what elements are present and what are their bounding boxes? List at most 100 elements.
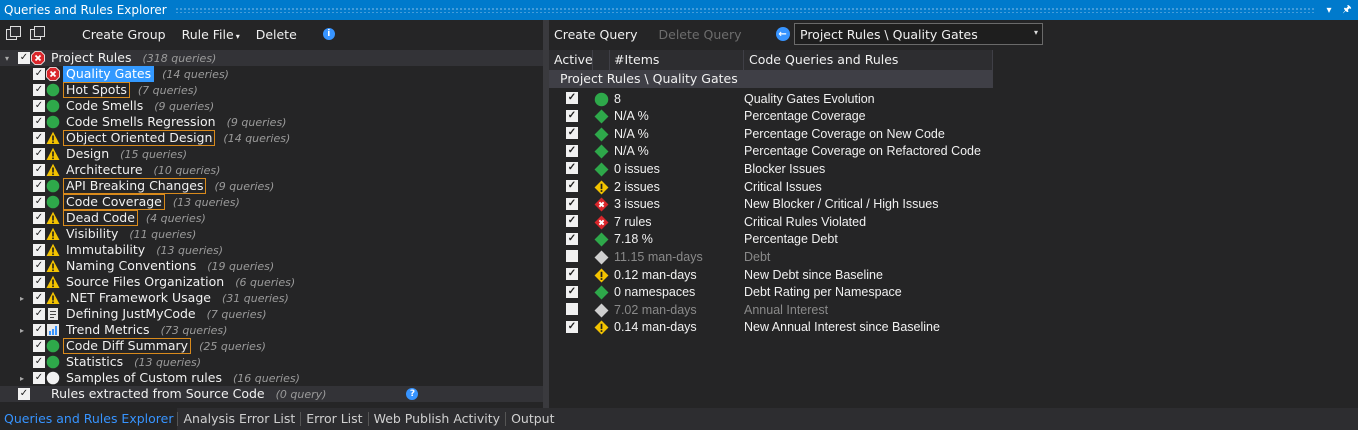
query-row[interactable]: ✓ 3 issues New Blocker / Critical / High I… — [549, 196, 1358, 213]
tree-root-project-rules[interactable]: ▾ ✓ Project Rules (318 queries) — [0, 50, 543, 66]
active-checkbox[interactable]: ✓ — [566, 180, 578, 192]
active-checkbox[interactable]: ✓ — [566, 285, 578, 298]
checkbox[interactable]: ✓ — [33, 116, 45, 128]
query-row[interactable]: ✓ 7.18 % Percentage Debt — [549, 231, 1358, 248]
checkbox[interactable]: ✓ — [33, 292, 45, 304]
active-checkbox[interactable]: ✓ — [566, 215, 578, 228]
checkbox[interactable]: ✓ — [33, 148, 45, 160]
tree-item-samples-of-custom-rules[interactable]: ▸ ✓ Samples of Custom rules (16 queries) — [0, 370, 300, 386]
checkbox[interactable]: ✓ — [33, 132, 45, 144]
active-checkbox[interactable]: ✓ — [566, 303, 578, 316]
tree-item-net-framework-usage[interactable]: ▸ ✓ .NET Framework Usage (31 queries) — [0, 290, 289, 306]
chevron-right-icon[interactable]: ▸ — [20, 326, 28, 335]
active-checkbox[interactable]: ✓ — [566, 144, 578, 157]
active-checkbox[interactable]: ✓ — [566, 250, 578, 263]
query-row[interactable]: ✓ 11.15 man-days Debt — [549, 248, 1358, 265]
tree-item-statistics[interactable]: ✓ Statistics (13 queries) — [0, 354, 201, 370]
tree-item-hot-spots[interactable]: ✓ Hot Spots (7 queries) — [0, 82, 198, 98]
tree-item-code-coverage[interactable]: ✓ Code Coverage (13 queries) — [0, 194, 240, 210]
chevron-right-icon[interactable]: ▸ — [20, 374, 28, 383]
checkbox[interactable]: ✓ — [33, 260, 45, 272]
expand-all-icon[interactable] — [30, 26, 48, 42]
pin-icon[interactable]: 🖈 — [1340, 2, 1354, 19]
tree-item-design[interactable]: ✓ Design (15 queries) — [0, 146, 187, 162]
tree-item-immutability[interactable]: ✓ Immutability (13 queries) — [0, 242, 223, 258]
tree-item-naming-conventions[interactable]: ✓ Naming Conventions (19 queries) — [0, 258, 274, 274]
checkbox[interactable]: ✓ — [33, 324, 45, 336]
tree-item-source-files-organization[interactable]: ✓ Source Files Organization (6 queries) — [0, 274, 295, 290]
title-bar-grip[interactable] — [174, 7, 1314, 13]
checkbox[interactable]: ✓ — [33, 180, 45, 192]
chevron-down-icon[interactable]: ▾ — [5, 54, 13, 63]
tree-item-architecture[interactable]: ✓ Architecture (10 queries) — [0, 162, 220, 178]
tab-error-list[interactable]: Error List — [301, 408, 367, 430]
delete-button[interactable]: Delete — [256, 27, 297, 42]
checkbox[interactable]: ✓ — [33, 212, 45, 224]
checkbox[interactable]: ✓ — [33, 68, 45, 80]
checkbox[interactable]: ✓ — [33, 308, 45, 320]
active-checkbox[interactable]: ✓ — [566, 232, 578, 245]
tree-item-quality-gates[interactable]: ✓ Quality Gates (14 queries) — [0, 66, 229, 82]
checkbox[interactable]: ✓ — [33, 84, 45, 96]
tree-item-code-smells-regression[interactable]: ✓ Code Smells Regression (9 queries) — [0, 114, 286, 130]
query-row[interactable]: ✓ 0.12 man-days New Debt since Baseline — [549, 266, 1358, 283]
checkbox[interactable]: ✓ — [33, 372, 45, 384]
tab-web-publish-activity[interactable]: Web Publish Activity — [369, 408, 506, 430]
column-header-name[interactable]: Code Queries and Rules — [744, 50, 993, 70]
checkbox[interactable]: ✓ — [33, 196, 45, 208]
chevron-right-icon[interactable]: ▸ — [20, 294, 28, 303]
checkbox[interactable]: ✓ — [33, 244, 45, 256]
tab-analysis-error-list[interactable]: Analysis Error List — [178, 408, 300, 430]
column-header-active[interactable]: Active — [549, 50, 593, 70]
collapse-all-icon[interactable] — [6, 26, 24, 42]
checkbox[interactable]: ✓ — [33, 276, 45, 288]
tree-item-dead-code[interactable]: ✓ Dead Code (4 queries) — [0, 210, 206, 226]
tree-item-visibility[interactable]: ✓ Visibility (11 queries) — [0, 226, 196, 242]
dropdown-icon[interactable]: ▾ — [1322, 5, 1336, 16]
active-checkbox[interactable]: ✓ — [566, 92, 578, 104]
query-row[interactable]: ✓ 7 rules Critical Rules Violated — [549, 213, 1358, 230]
info-icon[interactable]: i — [322, 28, 335, 40]
checkbox[interactable]: ✓ — [18, 52, 30, 64]
tree-item-code-smells[interactable]: ✓ Code Smells (9 queries) — [0, 98, 214, 114]
checkbox[interactable]: ✓ — [33, 340, 45, 352]
tab-output[interactable]: Output — [506, 408, 559, 430]
query-row[interactable]: ✓ 0.14 man-days New Annual Interest since … — [549, 319, 1358, 336]
tree-item-trend-metrics[interactable]: ▸ ✓ Trend Metrics (73 queries) — [0, 322, 227, 338]
group-path-dropdown[interactable]: Project Rules \ Quality Gates ▾ — [794, 23, 1043, 45]
help-icon[interactable]: ? — [406, 388, 419, 400]
tree-item-code-diff-summary[interactable]: ✓ Code Diff Summary (25 queries) — [0, 338, 266, 354]
tree-item-defining-justmycode[interactable]: ✓ Defining JustMyCode (7 queries) — [0, 306, 267, 322]
delete-query-button[interactable]: Delete Query — [659, 27, 742, 42]
active-checkbox[interactable]: ✓ — [566, 162, 578, 175]
tab-queries-and-rules-explorer[interactable]: Queries and Rules Explorer — [0, 408, 178, 430]
column-header-items[interactable]: #Items — [610, 50, 744, 70]
create-query-button[interactable]: Create Query — [554, 27, 638, 42]
active-checkbox[interactable]: ✓ — [566, 197, 578, 210]
grid-group-row[interactable]: Project Rules \ Quality Gates — [549, 70, 993, 88]
checkbox[interactable]: ✓ — [33, 100, 45, 112]
query-row[interactable]: ✓ 0 issues Blocker Issues — [549, 160, 1358, 177]
tree-root-extracted-rules[interactable]: ✓ Rules extracted from Source Code (0 quer… — [0, 386, 543, 402]
active-checkbox[interactable]: ✓ — [566, 109, 578, 122]
tree-item-object-oriented-design[interactable]: ✓ Object Oriented Design (14 queries) — [0, 130, 290, 146]
create-group-button[interactable]: Create Group — [82, 27, 166, 42]
query-row[interactable]: ✓ 2 issues Critical Issues — [549, 178, 1358, 195]
column-header-icon[interactable] — [593, 50, 610, 70]
tree-item-api-breaking-changes[interactable]: ✓ API Breaking Changes (9 queries) — [0, 178, 274, 194]
query-row[interactable]: ✓ 7.02 man-days Annual Interest — [549, 301, 1358, 318]
checkbox[interactable]: ✓ — [33, 164, 45, 176]
query-row[interactable]: ✓ N/A % Percentage Coverage — [549, 108, 1358, 125]
query-row[interactable]: ✓ 8 Quality Gates Evolution — [549, 90, 1358, 107]
query-row[interactable]: ✓ N/A % Percentage Coverage on New Code — [549, 125, 1358, 142]
checkbox[interactable]: ✓ — [33, 228, 45, 240]
query-row[interactable]: ✓ N/A % Percentage Coverage on Refactored … — [549, 143, 1358, 160]
active-checkbox[interactable]: ✓ — [566, 127, 578, 140]
query-row[interactable]: ✓ 0 namespaces Debt Rating per Namespace — [549, 284, 1358, 301]
rule-file-button[interactable]: Rule File ▾ — [182, 27, 240, 42]
checkbox[interactable]: ✓ — [18, 388, 30, 400]
back-icon[interactable]: ← — [775, 27, 790, 41]
active-checkbox[interactable]: ✓ — [566, 268, 578, 280]
checkbox[interactable]: ✓ — [33, 356, 45, 368]
active-checkbox[interactable]: ✓ — [566, 320, 578, 333]
